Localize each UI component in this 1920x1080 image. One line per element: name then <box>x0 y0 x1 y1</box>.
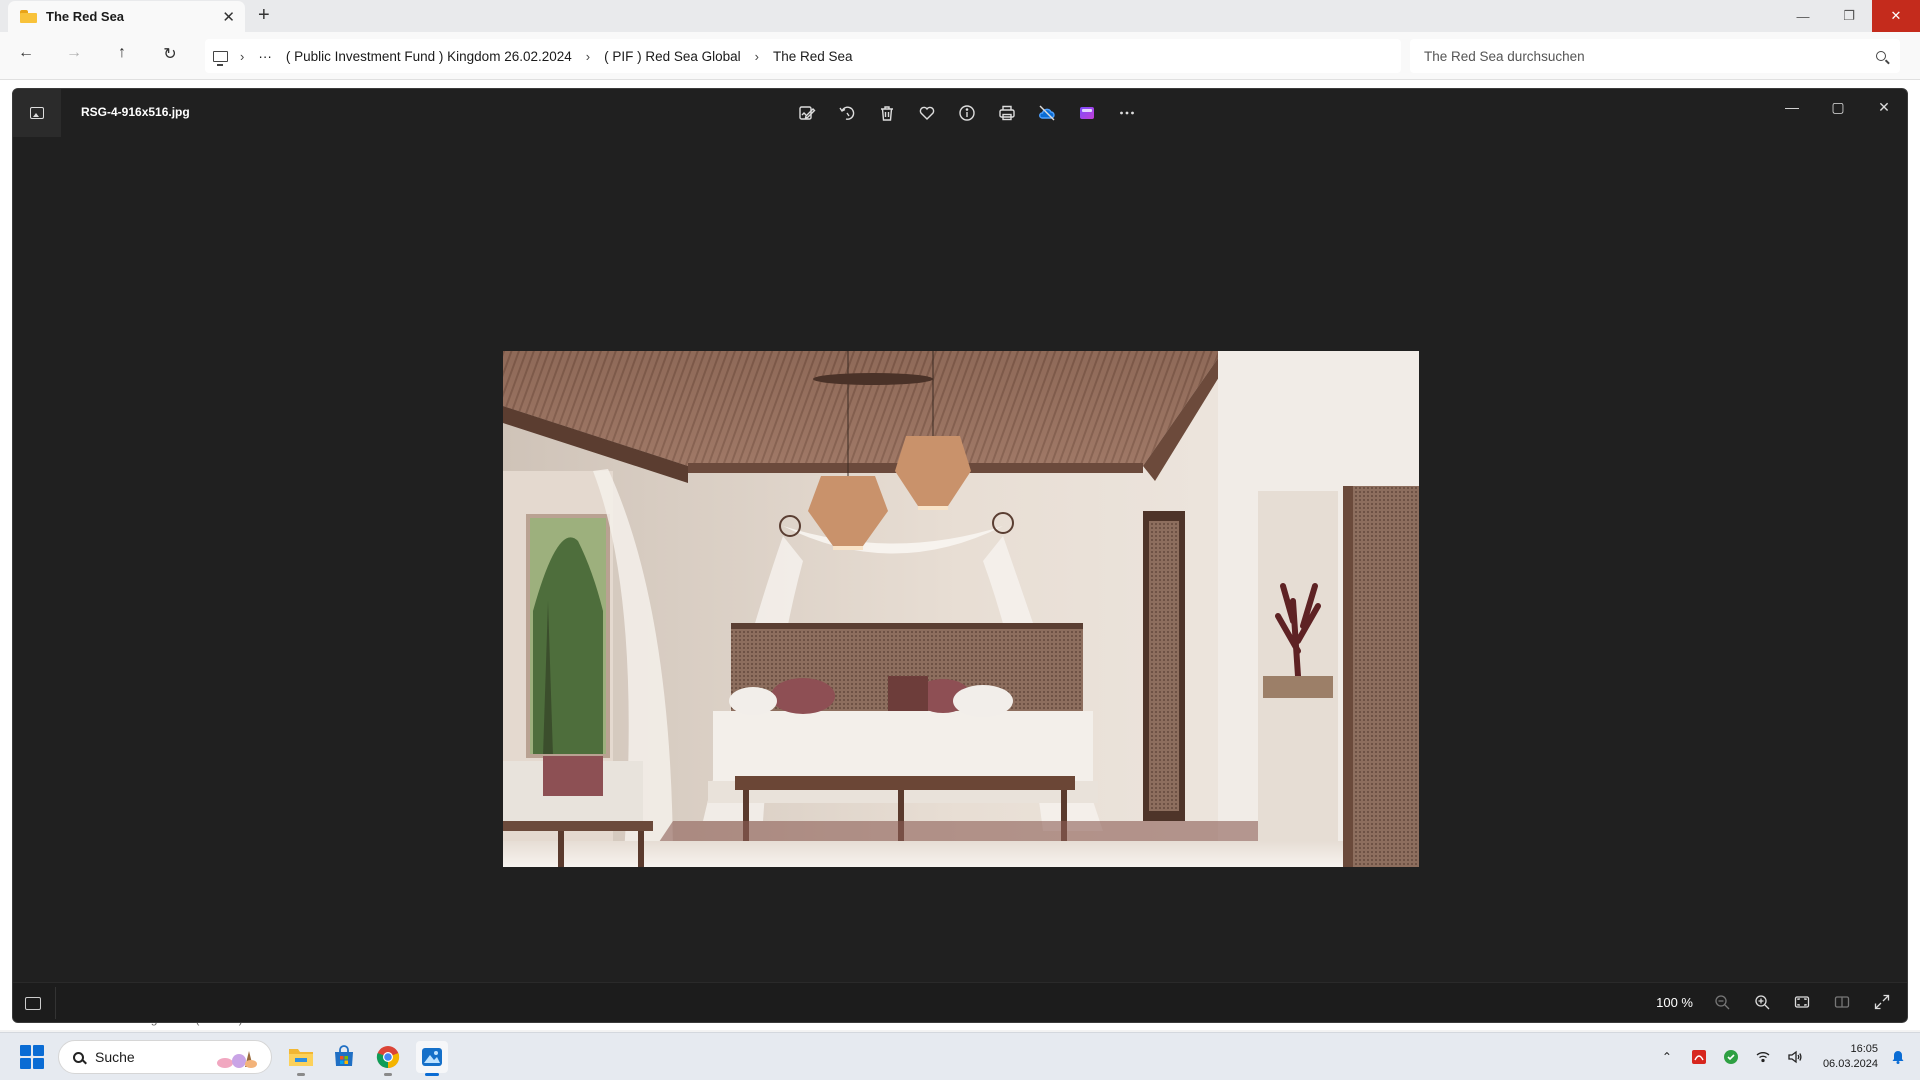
photos-app-button[interactable] <box>13 89 61 137</box>
tab-close-icon[interactable]: ✕ <box>222 8 235 26</box>
windows-start-icon[interactable] <box>20 1045 44 1069</box>
this-pc-icon[interactable] <box>213 50 228 66</box>
fit-to-window-icon[interactable] <box>1791 991 1813 1013</box>
security-shield-icon[interactable] <box>1721 1047 1741 1067</box>
maximize-icon[interactable]: ▢ <box>1815 89 1861 125</box>
search-icon <box>73 1051 84 1063</box>
breadcrumb-separator-icon[interactable]: › <box>755 49 759 64</box>
file-name: RSG-4-916x516.jpg <box>81 105 190 119</box>
cloud-off-icon[interactable] <box>1035 101 1059 125</box>
forward-arrow-icon[interactable]: → <box>62 44 86 62</box>
photo-canvas[interactable] <box>503 351 1419 867</box>
refresh-icon[interactable]: ↻ <box>158 44 182 64</box>
system-tray: ⌃ 16:05 06.03.2024 <box>1651 1033 1920 1080</box>
wifi-icon[interactable] <box>1753 1047 1773 1067</box>
photos-viewer-window: RSG-4-916x516.jpg ― ▢ ✕ 100 % <box>12 88 1908 1023</box>
restore-icon[interactable]: ❐ <box>1826 0 1872 32</box>
heart-icon[interactable] <box>915 101 939 125</box>
photos-bottom-bar: 100 % <box>13 982 1907 1022</box>
clock-date: 06.03.2024 <box>1822 1058 1878 1070</box>
explorer-tab[interactable]: The Red Sea ✕ <box>8 1 245 32</box>
explorer-search-box <box>1410 39 1900 73</box>
clipchamp-icon[interactable] <box>1075 101 1099 125</box>
more-icon[interactable] <box>1115 101 1139 125</box>
trash-icon[interactable] <box>875 101 899 125</box>
clock-time: 16:05 <box>1850 1043 1878 1055</box>
edit-icon[interactable] <box>795 101 819 125</box>
zoom-level[interactable]: 100 % <box>1656 995 1693 1010</box>
close-icon[interactable]: ✕ <box>1872 0 1920 32</box>
explorer-search-input[interactable] <box>1424 48 1876 64</box>
volume-icon[interactable] <box>1785 1047 1805 1067</box>
photos-window-controls: ― ▢ ✕ <box>1769 89 1907 125</box>
breadcrumb-overflow[interactable]: ··· <box>258 49 272 64</box>
photo-stage <box>13 137 1907 983</box>
zoom-out-icon[interactable] <box>1711 991 1733 1013</box>
compare-view-icon[interactable] <box>1831 991 1853 1013</box>
rotate-icon[interactable] <box>835 101 859 125</box>
explorer-window-controls: ― ❐ ✕ <box>1780 0 1920 32</box>
close-icon[interactable]: ✕ <box>1861 89 1907 125</box>
breadcrumb-item-red-sea-global[interactable]: ( PIF ) Red Sea Global <box>604 49 741 64</box>
tab-title: The Red Sea <box>46 9 125 24</box>
taskbar-search-label: Suche <box>95 1049 135 1065</box>
filmstrip-icon[interactable] <box>21 991 45 1015</box>
microsoft-store-taskbar-icon[interactable] <box>328 1041 360 1073</box>
taskbar: Suche ⌃ 16:05 06.03.2024 <box>0 1032 1920 1080</box>
zoom-in-icon[interactable] <box>1751 991 1773 1013</box>
breadcrumb-separator-icon[interactable]: › <box>240 49 244 64</box>
acrobat-tray-icon[interactable] <box>1689 1047 1709 1067</box>
info-icon[interactable] <box>955 101 979 125</box>
back-arrow-icon[interactable]: ← <box>14 44 38 62</box>
fullscreen-icon[interactable] <box>1871 991 1893 1013</box>
breadcrumb-separator-icon[interactable]: › <box>586 49 590 64</box>
breadcrumb-item-pif-kingdom[interactable]: ( Public Investment Fund ) Kingdom 26.02… <box>286 49 572 64</box>
minimize-icon[interactable]: ― <box>1769 89 1815 125</box>
divider <box>55 987 56 1019</box>
address-box[interactable]: › ··· ( Public Investment Fund ) Kingdom… <box>205 39 1401 73</box>
folder-icon <box>20 10 37 23</box>
zoom-controls: 100 % <box>1656 991 1893 1013</box>
bedroom-photo <box>503 351 1419 867</box>
photos-title-bar: RSG-4-916x516.jpg ― ▢ ✕ <box>13 89 1907 137</box>
minimize-icon[interactable]: ― <box>1780 0 1826 32</box>
explorer-address-bar: ← → ↑ ↻ › ··· ( Public Investment Fund )… <box>0 32 1920 80</box>
notification-bell-icon[interactable] <box>1888 1047 1908 1067</box>
clock[interactable]: 16:05 06.03.2024 <box>1823 1042 1878 1072</box>
breadcrumb-item-the-red-sea[interactable]: The Red Sea <box>773 49 853 64</box>
chevron-up-icon[interactable]: ⌃ <box>1657 1047 1677 1067</box>
explorer-tab-bar: The Red Sea ✕ + ― ❐ ✕ <box>0 0 1920 32</box>
taskbar-search[interactable]: Suche <box>58 1040 272 1074</box>
chrome-taskbar-icon[interactable] <box>372 1041 404 1076</box>
image-icon <box>30 107 44 119</box>
search-icon[interactable] <box>1876 51 1886 61</box>
new-tab-button[interactable]: + <box>258 4 270 27</box>
photos-taskbar-icon[interactable] <box>416 1041 448 1076</box>
printer-icon[interactable] <box>995 101 1019 125</box>
up-arrow-icon[interactable]: ↑ <box>110 44 134 62</box>
photos-toolbar <box>795 101 1139 125</box>
search-highlight-icon <box>217 1051 257 1068</box>
file-explorer-taskbar-icon[interactable] <box>285 1041 317 1076</box>
